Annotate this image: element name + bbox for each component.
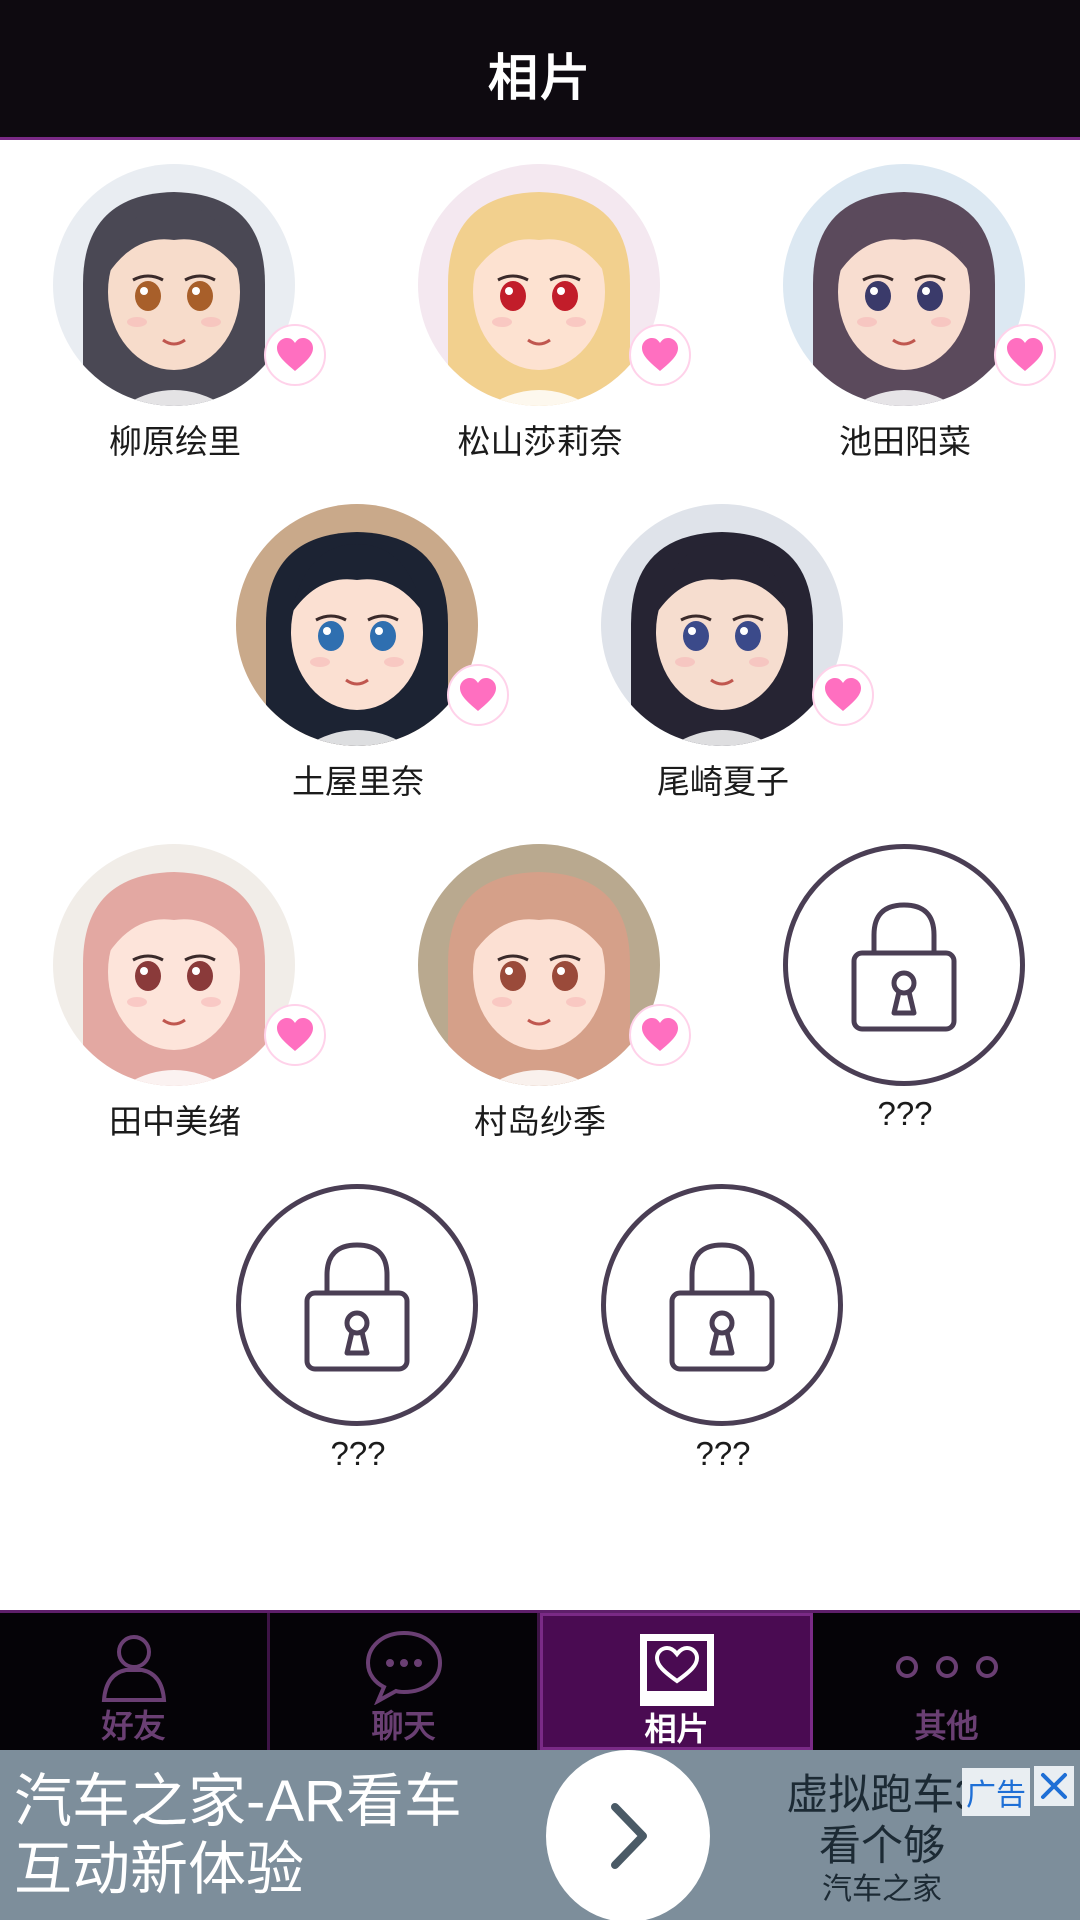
photo-heart-icon: [543, 1630, 810, 1710]
character-avatar: [783, 164, 1025, 406]
character-name: 尾崎夏子: [657, 763, 789, 800]
padlock-icon: [601, 1184, 843, 1426]
heart-icon: [264, 1004, 326, 1066]
character-card-1[interactable]: 松山莎莉奈: [365, 140, 691, 460]
character-name: ???: [877, 1095, 933, 1132]
character-card-3[interactable]: 土屋里奈: [183, 480, 509, 800]
tab-label: 其他: [914, 1708, 979, 1744]
character-avatar: [601, 504, 843, 746]
chat-bubble-icon: [270, 1627, 537, 1707]
character-avatar: [236, 504, 478, 746]
tab-label: 相片: [644, 1711, 709, 1747]
tab-friends[interactable]: 好友: [0, 1613, 270, 1750]
ad-line-1: 汽车之家-AR看车: [14, 1769, 462, 1834]
chevron-right-icon: [611, 1803, 647, 1869]
character-card-4[interactable]: 尾崎夏子: [548, 480, 874, 800]
character-name: 柳原绘里: [109, 423, 241, 460]
heart-icon: [264, 324, 326, 386]
character-avatar: [53, 844, 295, 1086]
ad-text: 汽车之家-AR看车 互动新体验: [14, 1768, 462, 1904]
heart-icon: [994, 324, 1056, 386]
ad-arrow-button[interactable]: [546, 1750, 710, 1920]
character-name: 池田阳菜: [839, 423, 971, 460]
character-name: 松山莎莉奈: [457, 423, 623, 460]
person-icon: [0, 1627, 267, 1707]
header-bar: 相片: [0, 0, 1080, 140]
tab-label: 好友: [101, 1708, 166, 1744]
character-avatar: [418, 844, 660, 1086]
tab-label: 聊天: [371, 1708, 436, 1744]
ad-right-line-3: 汽车之家: [822, 1873, 942, 1906]
character-grid: 柳原绘里 松山莎莉奈 池田阳菜 土屋里奈 尾崎夏子 田中美绪 村岛纱季 ???: [0, 140, 1080, 1610]
bottom-tab-bar: 好友 聊天 相片 其他: [0, 1610, 1080, 1750]
ad-right-line-2: 看个够: [818, 1822, 945, 1869]
locked-card-8[interactable]: ???: [183, 1160, 483, 1472]
heart-icon: [629, 1004, 691, 1066]
character-name: ???: [695, 1435, 751, 1472]
tab-more[interactable]: 其他: [813, 1613, 1080, 1750]
character-name: ???: [330, 1435, 386, 1472]
close-icon[interactable]: [1034, 1766, 1074, 1806]
ad-banner[interactable]: 汽车之家-AR看车 互动新体验 虚拟跑车3 看个够 汽车之家 广告: [0, 1750, 1080, 1920]
tab-chat[interactable]: 聊天: [270, 1613, 540, 1750]
character-avatar: [418, 164, 660, 406]
padlock-icon: [236, 1184, 478, 1426]
heart-icon: [812, 664, 874, 726]
ad-tag: 广告: [962, 1768, 1030, 1816]
more-dots-icon: [813, 1627, 1080, 1707]
padlock-icon: [783, 844, 1025, 1086]
character-card-5[interactable]: 田中美绪: [0, 820, 326, 1140]
character-name: 村岛纱季: [474, 1103, 606, 1140]
page-title: 相片: [488, 50, 592, 106]
locked-card-9[interactable]: ???: [548, 1160, 848, 1472]
character-card-6[interactable]: 村岛纱季: [365, 820, 691, 1140]
character-name: 田中美绪: [109, 1103, 241, 1140]
character-name: 土屋里奈: [292, 763, 424, 800]
character-avatar: [53, 164, 295, 406]
character-card-2[interactable]: 池田阳菜: [730, 140, 1056, 460]
heart-icon: [447, 664, 509, 726]
tab-photos[interactable]: 相片: [540, 1613, 813, 1750]
ad-line-2: 互动新体验: [14, 1837, 305, 1902]
locked-card-7[interactable]: ???: [730, 820, 1030, 1132]
heart-icon: [629, 324, 691, 386]
character-card-0[interactable]: 柳原绘里: [0, 140, 326, 460]
